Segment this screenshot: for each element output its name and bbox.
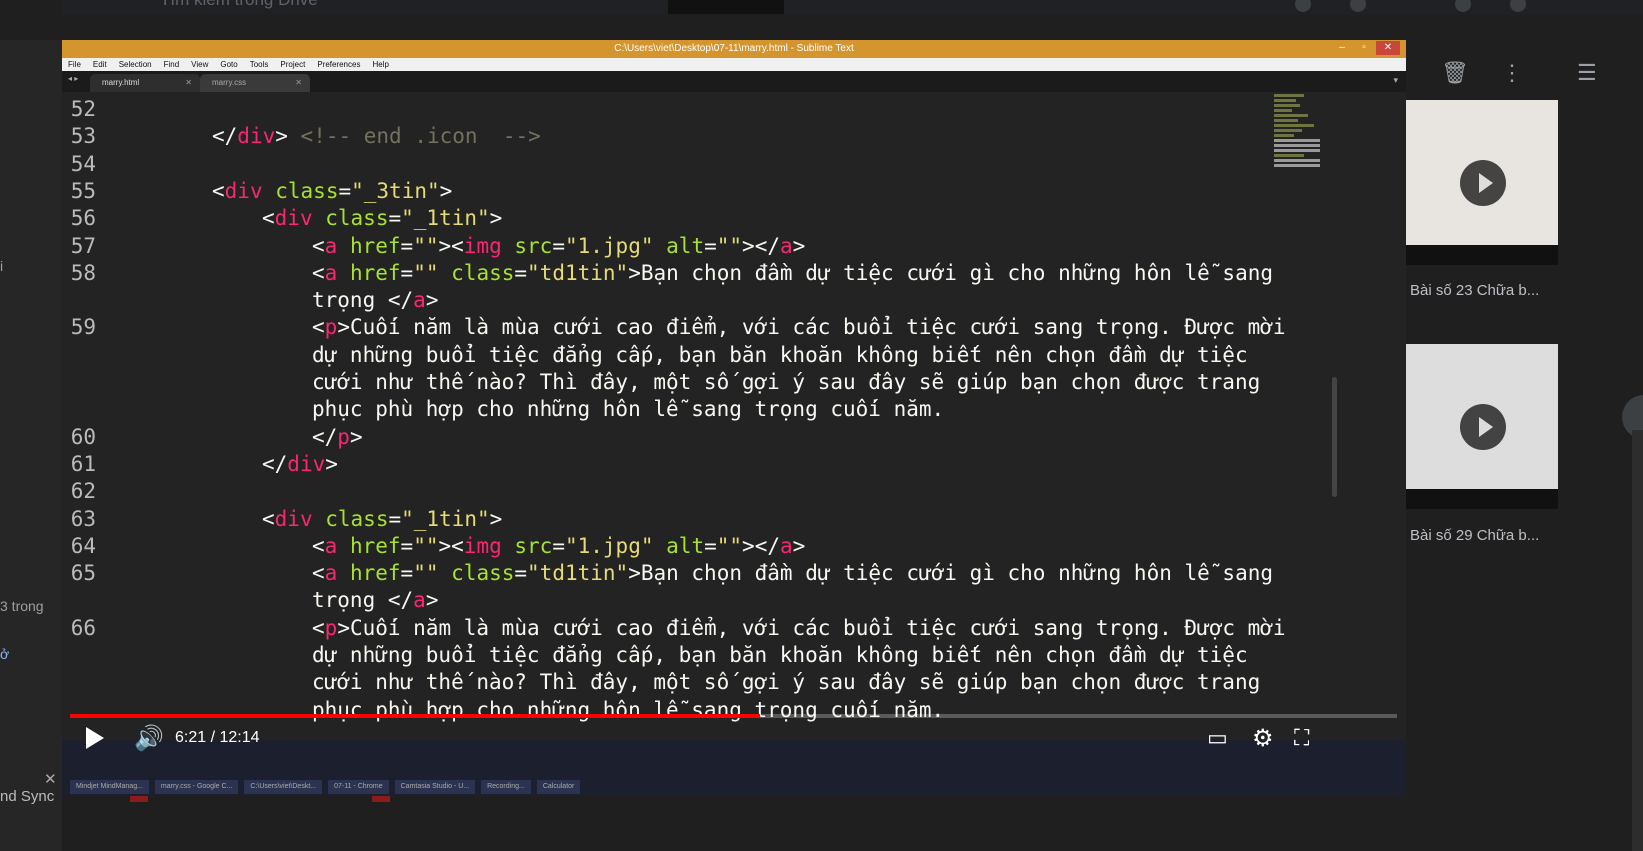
line-number: 58: [70, 260, 96, 285]
thumbnail-caption[interactable]: Bài số 23 Chữa b...: [1410, 282, 1539, 299]
code-text: <a href="" class="td1tin">Bạn chọn đầm d…: [312, 561, 1273, 586]
tab-marry-css: marry.css ✕: [200, 74, 310, 92]
windows-taskbar: Mindjet MindManag... marry.css - Google C…: [62, 740, 1406, 796]
code-text: <p>Cuối năm là mùa cưới cao điểm, với cá…: [312, 615, 1286, 640]
menu-item: View: [191, 60, 209, 69]
progress-fill: [70, 714, 761, 718]
video-thumbnail[interactable]: [1405, 344, 1558, 509]
editor-scrollbar: [1332, 377, 1337, 497]
taskbar-item: C:\Users\viet\Deskt...: [244, 780, 323, 794]
taskbar-item: 07-11 - Chrome: [328, 780, 389, 794]
line-number: 63: [70, 506, 96, 531]
fullscreen-icon[interactable]: ⛶: [1294, 722, 1324, 754]
code-text: <div class="_1tin">: [262, 506, 503, 531]
line-number: 56: [70, 206, 96, 231]
menu-item: Goto: [220, 60, 238, 69]
drive-search-input[interactable]: Tìm kiếm trong Drive: [160, 0, 318, 10]
trash-icon[interactable]: 🗑: [1441, 60, 1469, 86]
code-text: <p>Cuối năm là mùa cưới cao điểm, với cá…: [312, 315, 1286, 340]
video-thumbnail[interactable]: [1405, 100, 1558, 265]
line-number: 66: [70, 615, 96, 640]
left-snippet: nd Sync: [0, 788, 55, 805]
menu-item: Help: [372, 60, 389, 69]
menu-item: Preferences: [317, 60, 361, 69]
tab-nav-arrows: ◂ ▸: [68, 74, 79, 83]
taskbar-item: marry.css - Google C...: [154, 780, 239, 794]
taskbar-item: Calculator: [536, 780, 581, 794]
code-text: </div> <!-- end .icon -->: [212, 124, 541, 149]
code-editor: 52 53 </div> <!-- end .icon --> 54 55 <div cl…: [62, 92, 1406, 752]
code-text: dự những buổi tiệc đẳng cấp, bạn băn kho…: [312, 342, 1248, 367]
subtitles-icon[interactable]: ▭: [1207, 722, 1237, 754]
close-icon: ✕: [1376, 41, 1400, 55]
video-player[interactable]: C:\Users\viet\Desktop\07-11\marry.html -…: [62, 40, 1406, 796]
line-number: 61: [70, 451, 96, 476]
taskbar-item: Camtasia Studio - U...: [394, 780, 476, 794]
menu-bar: File Edit Selection Find View Goto Tools Projec…: [62, 58, 1406, 71]
code-text: phục phù hợp cho những hôn lễ sang trọng…: [312, 397, 945, 422]
menu-item: File: [68, 60, 81, 69]
code-text: dự những buổi tiệc đẳng cấp, bạn băn kho…: [312, 643, 1248, 667]
close-icon[interactable]: ✕: [44, 770, 57, 788]
menu-item: Project: [280, 60, 306, 69]
taskbar-item: Mindjet MindManag...: [70, 780, 149, 794]
thumbnail-caption[interactable]: Bài số 29 Chữa b...: [1410, 527, 1539, 544]
progress-bar[interactable]: [70, 714, 1397, 718]
settings-gear-icon[interactable]: ⚙: [1252, 722, 1282, 754]
code-text: <a href=""><img src="1.jpg" alt=""></a>: [312, 533, 806, 558]
line-number: 65: [70, 561, 96, 586]
line-number: 54: [70, 151, 96, 176]
menu-item: Edit: [92, 60, 107, 69]
line-number: 62: [70, 479, 96, 504]
left-snippet: 3 trong: [0, 598, 44, 614]
menu-item: Selection: [118, 60, 152, 69]
code-text: </p>: [312, 424, 363, 449]
taskbar-item: Recording...: [481, 780, 531, 794]
play-icon: [1460, 404, 1506, 450]
line-number: 52: [70, 97, 96, 121]
code-text: phục phù hợp cho những hôn lễ sang trọng…: [312, 697, 945, 722]
drive-search-button[interactable]: [668, 0, 784, 14]
minimize-icon: –: [1339, 42, 1345, 53]
line-number: 60: [70, 424, 96, 449]
play-button[interactable]: [86, 722, 114, 754]
code-text: cưới như thế nào? Thì đây, một số gợi ý …: [312, 670, 1261, 695]
code-text: <a href=""><img src="1.jpg" alt=""></a>: [312, 233, 806, 258]
list-view-icon[interactable]: ☰: [1577, 60, 1597, 86]
code-text: trọng </a>: [312, 288, 439, 313]
line-number: 55: [70, 178, 96, 203]
window-title: C:\Users\viet\Desktop\07-11\marry.html -…: [62, 40, 1406, 58]
line-number: 59: [70, 315, 96, 340]
code-text: </div>: [262, 451, 338, 476]
minimap: [1274, 92, 1332, 212]
line-number: 64: [70, 533, 96, 558]
code-text: <a href="" class="td1tin">Bạn chọn đầm d…: [312, 260, 1273, 285]
play-icon: [1460, 160, 1506, 206]
maximize-icon: ▫: [1362, 42, 1366, 53]
menu-item: Tools: [249, 60, 269, 69]
left-snippet: i: [0, 258, 4, 274]
left-snippet[interactable]: ở: [0, 646, 9, 662]
volume-icon[interactable]: 🔊: [134, 722, 164, 754]
decor: [372, 796, 390, 802]
page-scrollbar[interactable]: [1632, 430, 1643, 851]
code-text: trọng </a>: [312, 588, 439, 613]
more-vert-icon[interactable]: ⋮: [1501, 60, 1523, 86]
menu-item: Find: [163, 60, 180, 69]
tab-dropdown-icon: ▾: [1393, 75, 1398, 85]
time-display: 6:21 / 12:14: [175, 729, 260, 746]
line-number: 53: [70, 124, 96, 149]
tab-bar: ◂ ▸ marry.html ✕ marry.css ✕ ▾: [62, 71, 1406, 92]
line-number: 57: [70, 233, 96, 258]
code-text: <div class="_1tin">: [262, 206, 503, 231]
code-text: cưới như thế nào? Thì đây, một số gợi ý …: [312, 370, 1261, 394]
decor: [130, 796, 148, 802]
tab-marry-html: marry.html ✕: [90, 74, 200, 92]
drive-left-panel: i 3 trong ở: [0, 0, 62, 851]
code-text: <div class="_3tin">: [212, 178, 453, 203]
